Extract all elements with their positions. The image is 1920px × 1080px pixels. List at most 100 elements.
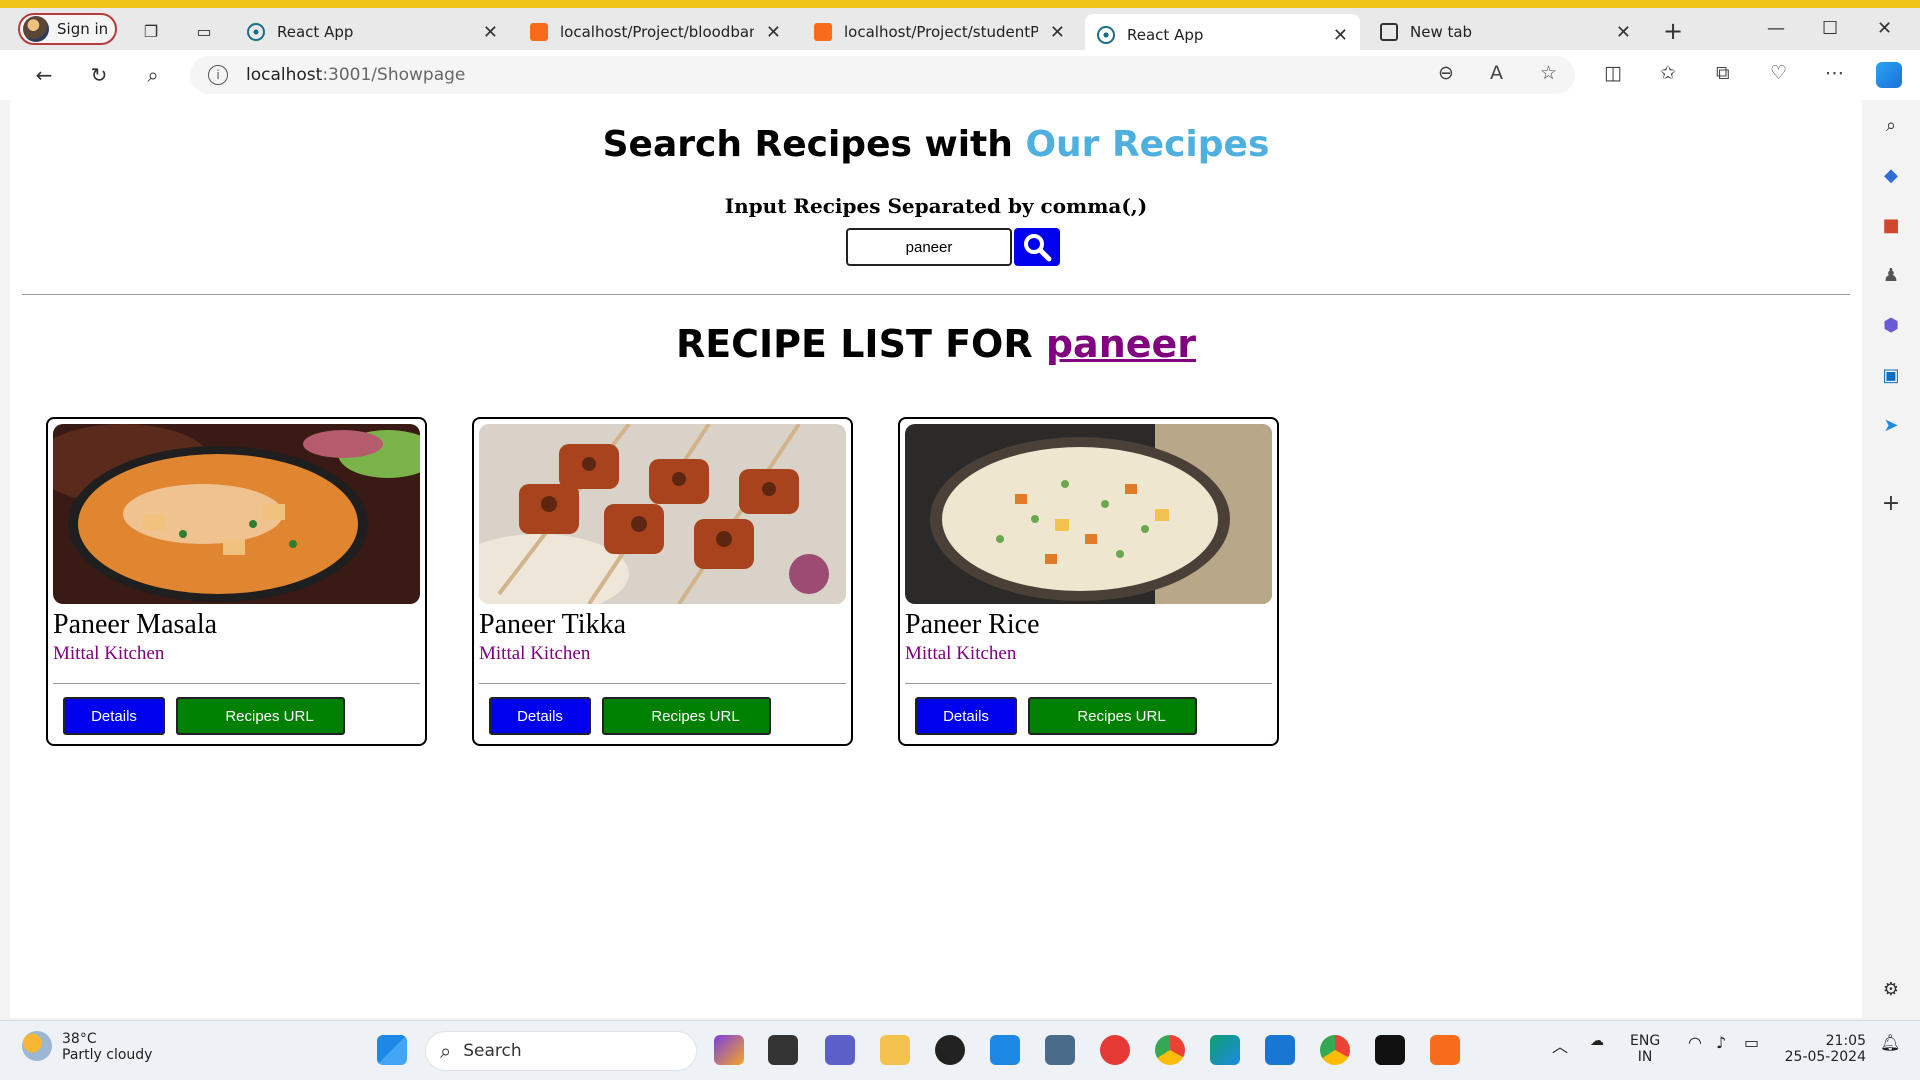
wifi-icon[interactable]: ◠: [1688, 1033, 1702, 1052]
split-screen-icon[interactable]: ◫: [1604, 62, 1622, 84]
card-divider: [905, 683, 1272, 684]
xampp-icon: [530, 23, 548, 41]
page-heading: Search Recipes with Our Recipes: [10, 124, 1862, 165]
close-window-icon[interactable]: ✕: [1877, 18, 1892, 39]
tab-student-portal[interactable]: localhost/Project/studentPorta ✕: [802, 14, 1077, 50]
battery-icon[interactable]: ▭: [1744, 1033, 1759, 1052]
recipe-image-paneer-masala: [53, 424, 420, 604]
volume-icon[interactable]: ♪: [1716, 1033, 1726, 1052]
back-arrow-icon[interactable]: ←: [32, 63, 56, 87]
tab-react-app-1[interactable]: React App ✕: [235, 14, 510, 50]
recipes-url-button[interactable]: Recipes URL: [176, 697, 345, 735]
workspaces-icon[interactable]: ❐: [140, 20, 162, 42]
recipe-source: Mittal Kitchen: [479, 643, 591, 664]
windows-taskbar: 38°C Partly cloudy ⌕ Search ︿ ☁ ENG IN ◠…: [0, 1020, 1920, 1080]
recipe-search-input[interactable]: [846, 228, 1012, 266]
maximize-icon[interactable]: ☐: [1822, 18, 1838, 39]
refresh-icon[interactable]: ↻: [87, 63, 111, 87]
send-icon[interactable]: ➤: [1880, 414, 1902, 436]
settings-gear-icon[interactable]: ⚙: [1880, 978, 1902, 1000]
opera-icon[interactable]: [1100, 1035, 1130, 1065]
calculator-icon[interactable]: [1045, 1035, 1075, 1065]
site-info-icon[interactable]: i: [208, 65, 228, 85]
url-host: localhost: [246, 65, 323, 85]
read-aloud-icon[interactable]: A: [1490, 62, 1503, 84]
recipes-url-button[interactable]: Recipes URL: [602, 697, 771, 735]
favorites-icon[interactable]: ✩: [1660, 62, 1676, 84]
recipe-list-title: RECIPE LIST FOR paneer: [10, 322, 1862, 366]
teams-icon[interactable]: [825, 1035, 855, 1065]
sidebar-rail: ⌕ ◆ ■ ♟ ⬢ ▣ ➤ + ⚙: [1862, 100, 1920, 1020]
close-tab-icon[interactable]: ✕: [766, 22, 781, 43]
zoom-out-icon[interactable]: ⊖: [1438, 62, 1454, 84]
add-sidebar-app-icon[interactable]: +: [1880, 491, 1902, 516]
close-tab-icon[interactable]: ✕: [483, 22, 498, 43]
onedrive-icon[interactable]: ☁: [1590, 1033, 1604, 1049]
browser-essentials-icon[interactable]: ♡: [1770, 62, 1787, 84]
new-tab-button[interactable]: +: [1662, 17, 1684, 45]
xampp-icon[interactable]: [1430, 1035, 1460, 1065]
more-options-icon[interactable]: ⋯: [1825, 62, 1844, 84]
tools-briefcase-icon[interactable]: ■: [1880, 214, 1902, 236]
magnifier-icon: [1024, 234, 1052, 262]
tab-actions-icon[interactable]: ▭: [193, 20, 215, 42]
close-tab-icon[interactable]: ✕: [1050, 22, 1065, 43]
edge-icon[interactable]: [1210, 1035, 1240, 1065]
favorite-star-icon[interactable]: ☆: [1540, 62, 1557, 84]
task-view-icon[interactable]: [768, 1035, 798, 1065]
language-indicator[interactable]: ENG IN: [1630, 1033, 1660, 1065]
vscode-icon[interactable]: [1265, 1035, 1295, 1065]
clock[interactable]: 21:05 25-05-2024: [1782, 1033, 1866, 1065]
taskbar-search[interactable]: ⌕ Search: [425, 1031, 697, 1071]
weather-text: Partly cloudy: [62, 1047, 153, 1063]
recipe-image-paneer-tikka: [479, 424, 846, 604]
recipe-name: Paneer Tikka: [479, 609, 626, 640]
search-icon[interactable]: ⌕: [141, 63, 165, 87]
clock-date: 25-05-2024: [1784, 1049, 1866, 1065]
close-tab-icon[interactable]: ✕: [1333, 25, 1348, 46]
clock-time: 21:05: [1825, 1033, 1866, 1049]
mail-icon[interactable]: [990, 1035, 1020, 1065]
shopping-tag-icon[interactable]: ◆: [1880, 164, 1902, 186]
profile-avatar: [23, 16, 49, 42]
details-button[interactable]: Details: [915, 697, 1017, 735]
show-hidden-icons-chevron[interactable]: ︿: [1552, 1033, 1568, 1057]
list-title-query-link[interactable]: paneer: [1046, 322, 1196, 366]
file-explorer-icon[interactable]: [880, 1035, 910, 1065]
react-icon: [247, 23, 265, 41]
close-tab-icon[interactable]: ✕: [1616, 22, 1631, 43]
copilot-icon[interactable]: [1876, 62, 1902, 88]
tab-label: React App: [1127, 26, 1204, 44]
heading-accent-text: Our Recipes: [1025, 124, 1270, 165]
details-button[interactable]: Details: [489, 697, 591, 735]
games-icon[interactable]: ♟: [1880, 264, 1902, 286]
windows-start-icon[interactable]: [377, 1035, 407, 1065]
tab-label: React App: [277, 23, 354, 41]
media-player-icon[interactable]: [935, 1035, 965, 1065]
notifications-bell-icon[interactable]: 🔔︎: [1880, 1033, 1900, 1052]
recipe-name: Paneer Masala: [53, 609, 218, 640]
recipes-url-button[interactable]: Recipes URL: [1028, 697, 1197, 735]
search-button[interactable]: [1014, 228, 1060, 266]
terminal-icon[interactable]: [1375, 1035, 1405, 1065]
sign-in-button[interactable]: Sign in: [18, 13, 117, 45]
recipe-card: Paneer Tikka Mittal Kitchen Details Reci…: [472, 417, 853, 746]
tab-bloodbank[interactable]: localhost/Project/bloodbank/ir ✕: [518, 14, 793, 50]
chrome-profile-icon[interactable]: [1320, 1035, 1350, 1065]
weather-widget[interactable]: 38°C Partly cloudy: [22, 1031, 152, 1063]
minimize-icon[interactable]: —: [1767, 18, 1785, 39]
lang-top: ENG: [1630, 1033, 1661, 1049]
input-instruction-label: Input Recipes Separated by comma(,): [724, 194, 1148, 218]
outlook-icon[interactable]: ▣: [1880, 364, 1902, 386]
copilot-pre-icon[interactable]: [714, 1035, 744, 1065]
office-icon[interactable]: ⬢: [1880, 314, 1902, 336]
details-button[interactable]: Details: [63, 697, 165, 735]
tab-new-tab[interactable]: New tab ✕: [1368, 14, 1643, 50]
tab-label: New tab: [1410, 23, 1473, 41]
chrome-icon[interactable]: [1155, 1035, 1185, 1065]
search-sidebar-icon[interactable]: ⌕: [1880, 114, 1902, 136]
collections-icon[interactable]: ⧉: [1716, 62, 1730, 84]
react-icon: [1097, 26, 1115, 44]
url-field[interactable]: i localhost:3001/Showpage: [190, 56, 1575, 94]
temperature-text: 38°C: [62, 1031, 97, 1047]
